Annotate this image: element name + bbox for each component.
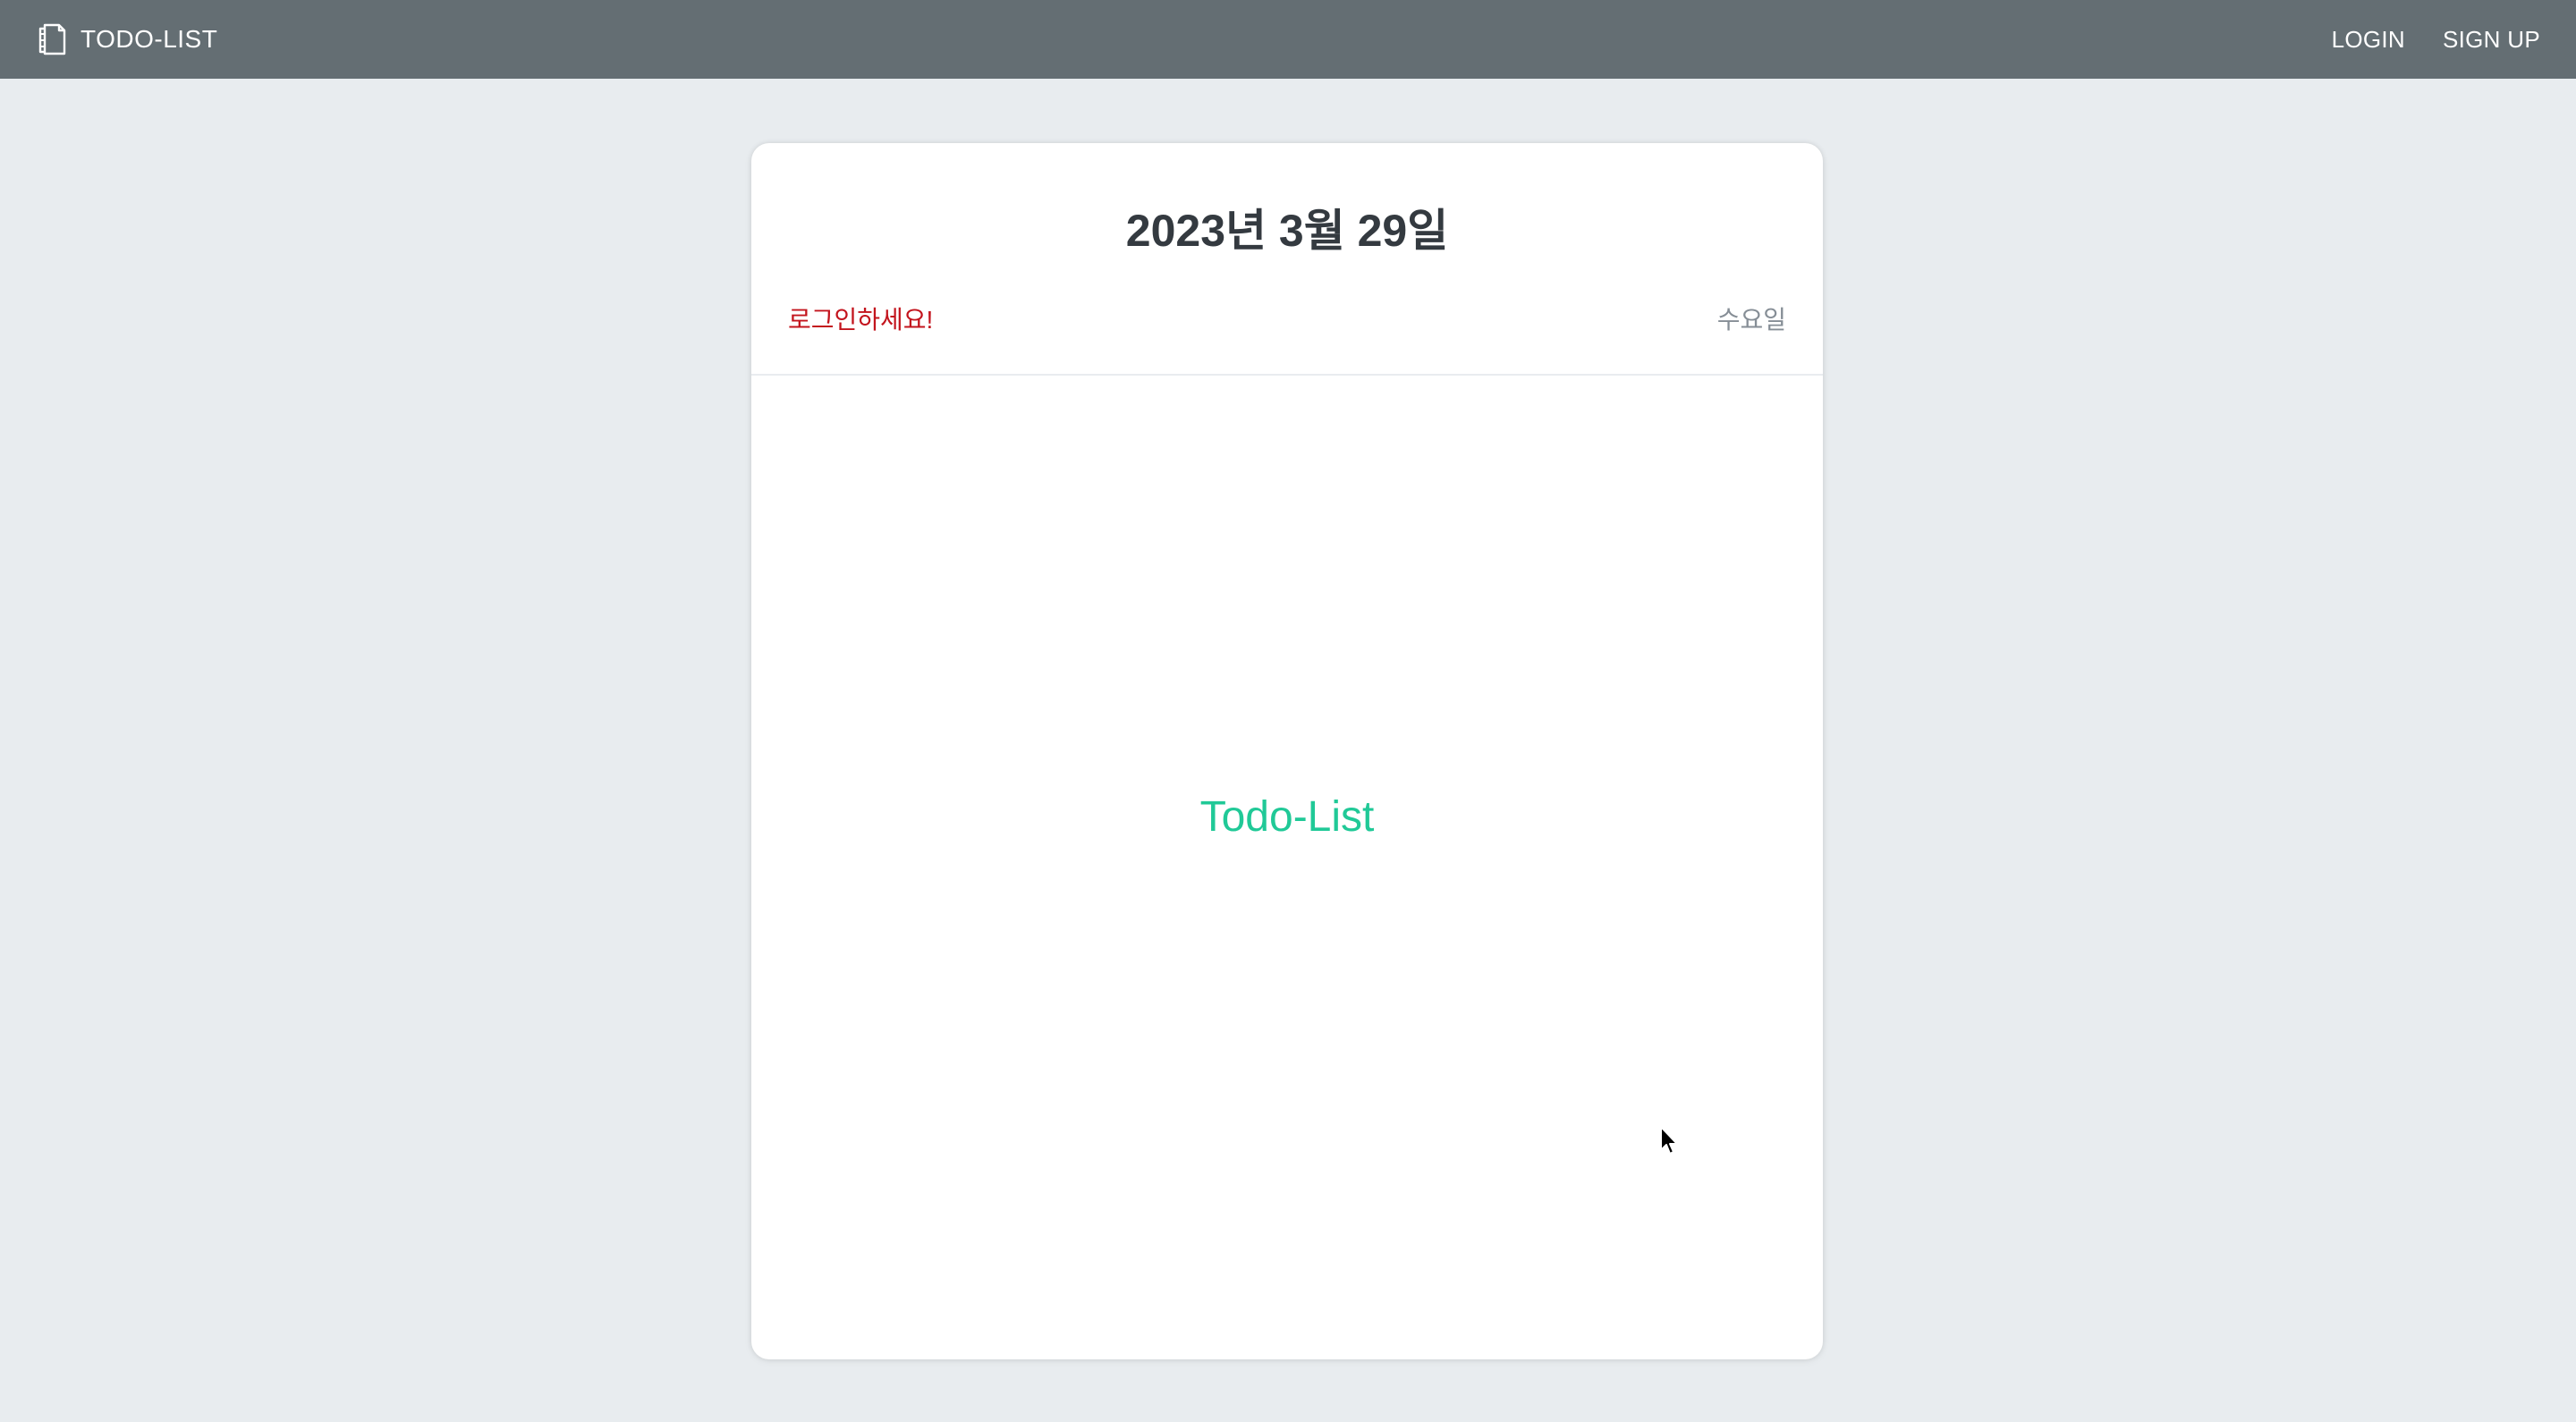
brand-link[interactable]: TODO-LIST: [36, 0, 217, 79]
todo-card: 2023년 3월 29일 로그인하세요! 수요일 Todo-List: [751, 143, 1823, 1359]
weekday-label: 수요일: [1716, 306, 1786, 334]
signup-link[interactable]: SIGN UP: [2443, 26, 2540, 54]
nav-links: LOGIN SIGN UP: [2294, 0, 2540, 79]
notebook-icon: [36, 22, 68, 56]
todo-list-area: Todo-List: [751, 376, 1823, 1359]
login-link[interactable]: LOGIN: [2332, 26, 2405, 54]
login-prompt: 로그인하세요!: [788, 306, 934, 334]
card-header: 2023년 3월 29일 로그인하세요! 수요일: [751, 143, 1823, 376]
header-info-row: 로그인하세요! 수요일: [751, 293, 1823, 338]
date-title: 2023년 3월 29일: [1125, 206, 1449, 256]
brand-title: TODO-LIST: [80, 25, 218, 53]
mouse-pointer-icon: [1659, 1125, 1681, 1157]
top-navbar: TODO-LIST LOGIN SIGN UP: [0, 0, 2576, 79]
empty-list-placeholder: Todo-List: [1199, 793, 1375, 841]
